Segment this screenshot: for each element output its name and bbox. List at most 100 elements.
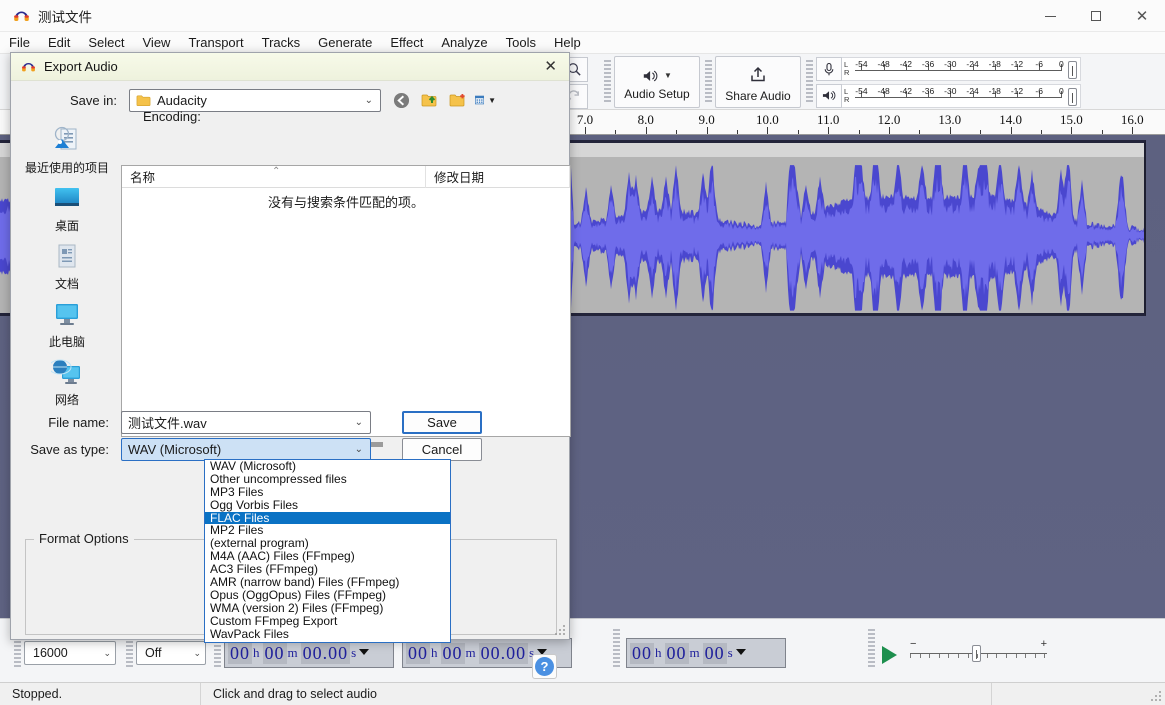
slider-tick: [1035, 654, 1036, 658]
window-controls: ✕: [1027, 0, 1165, 32]
ruler-label: 9.0: [698, 112, 714, 128]
dropdown-option[interactable]: Other uncompressed files: [205, 473, 450, 486]
playback-meter[interactable]: L R -54-48-42-36-30-24-18-12-60: [816, 84, 1081, 109]
recording-meter[interactable]: L R -54-48-42-36-30-24-18-12-60: [816, 57, 1081, 82]
menu-item-help[interactable]: Help: [545, 32, 590, 54]
share-audio-button[interactable]: Share Audio: [715, 56, 801, 108]
place-item-desktop[interactable]: 桌面: [21, 183, 113, 234]
playback-speed-slider[interactable]: − +: [910, 643, 1047, 663]
slider-tick: [910, 654, 911, 658]
menu-item-tracks[interactable]: Tracks: [253, 32, 310, 54]
menu-item-tools[interactable]: Tools: [497, 32, 545, 54]
place-item-label: 最近使用的项目: [25, 159, 109, 176]
dropdown-option[interactable]: AMR (narrow band) Files (FFmpeg): [205, 576, 450, 589]
help-button[interactable]: ?: [532, 654, 557, 679]
place-item-recent-items[interactable]: 最近使用的项目: [21, 125, 113, 176]
menu-item-file[interactable]: File: [0, 32, 39, 54]
audio-position-timecode[interactable]: 00 h 00 m 00 s: [626, 638, 786, 668]
menu-item-effect[interactable]: Effect: [381, 32, 432, 54]
encoding-label: Encoding:: [143, 109, 201, 124]
dropdown-option[interactable]: WMA (version 2) Files (FFmpeg): [205, 602, 450, 615]
slider-tick: [948, 654, 949, 658]
up-one-level-icon[interactable]: [419, 90, 440, 111]
dropdown-option[interactable]: WavPack Files: [205, 628, 450, 641]
save-button[interactable]: Save: [402, 411, 482, 434]
ruler-tick-minor: [859, 130, 860, 134]
view-menu-icon[interactable]: ▼: [475, 90, 496, 111]
recording-meter-scale[interactable]: -54-48-42-36-30-24-18-12-60: [851, 57, 1081, 81]
dropdown-option[interactable]: WAV (Microsoft): [205, 460, 450, 473]
playback-meter-scale[interactable]: -54-48-42-36-30-24-18-12-60: [851, 84, 1081, 108]
dropdown-option[interactable]: Ogg Vorbis Files: [205, 499, 450, 512]
menu-item-edit[interactable]: Edit: [39, 32, 79, 54]
column-header-modified[interactable]: 修改日期: [426, 166, 570, 188]
place-item-network[interactable]: 网络: [21, 357, 113, 408]
dialog-resize-grip[interactable]: [554, 625, 566, 637]
save-as-type-label: Save as type:: [11, 442, 121, 457]
file-name-input[interactable]: 测试文件.wav ⌄: [121, 411, 371, 434]
slider-tick: [996, 654, 997, 658]
snap-to-select[interactable]: Off ⌄: [136, 641, 206, 665]
save-as-type-value: WAV (Microsoft): [128, 442, 221, 457]
save-as-type-select[interactable]: WAV (Microsoft) ⌄: [121, 438, 371, 461]
close-button[interactable]: ✕: [1119, 0, 1165, 32]
status-hint-message: Click and drag to select audio: [201, 683, 991, 705]
new-folder-icon[interactable]: [447, 90, 468, 111]
cancel-button[interactable]: Cancel: [402, 438, 482, 461]
timecode-dropdown-arrow[interactable]: [359, 649, 369, 655]
back-icon[interactable]: [391, 90, 412, 111]
meter-tick-label: -30: [944, 59, 956, 69]
ruler-tick-minor: [1041, 130, 1042, 134]
desktop-icon: [50, 183, 84, 215]
ruler-tick-major: [889, 127, 890, 134]
audio-setup-label: Audio Setup: [624, 87, 689, 101]
slider-tick: [1025, 654, 1026, 658]
meter-toolbar-grip[interactable]: [806, 60, 813, 104]
meter-tick-label: -54: [855, 86, 867, 96]
audacity-logo-icon: [12, 7, 30, 25]
menu-item-transport[interactable]: Transport: [179, 32, 252, 54]
play-icon[interactable]: [882, 646, 897, 664]
window-title: 测试文件: [38, 6, 92, 26]
slider-tick: [968, 654, 969, 658]
save-as-type-dropdown-list[interactable]: WAV (Microsoft)Other uncompressed filesM…: [204, 459, 451, 643]
dropdown-option[interactable]: Opus (OggOpus) Files (FFmpeg): [205, 589, 450, 602]
dropdown-option[interactable]: Custom FFmpeg Export: [205, 615, 450, 628]
save-in-row: Save in: Audacity ⌄: [11, 81, 569, 119]
menu-item-view[interactable]: View: [134, 32, 180, 54]
minimize-button[interactable]: [1027, 0, 1073, 32]
place-item-documents[interactable]: 文档: [21, 241, 113, 292]
dialog-close-button[interactable]: ✕: [544, 59, 557, 74]
meter-tick-label: -42: [900, 86, 912, 96]
audio-setup-button[interactable]: ▼ Audio Setup: [614, 56, 700, 108]
microphone-icon: [816, 57, 842, 81]
menu-item-generate[interactable]: Generate: [309, 32, 381, 54]
ruler-label: 8.0: [638, 112, 654, 128]
file-list[interactable]: 名称 修改日期 ⌃ 没有与搜索条件匹配的项。: [121, 165, 571, 437]
menu-item-select[interactable]: Select: [79, 32, 133, 54]
slider-tick: [929, 654, 930, 658]
meter-tick-label: -6: [1035, 86, 1043, 96]
play-toolbar-grip[interactable]: [868, 629, 875, 669]
ruler-tick-major: [1132, 127, 1133, 134]
meter-tick-label: 0: [1059, 59, 1064, 69]
place-item-this-pc[interactable]: 此电脑: [21, 299, 113, 350]
project-rate-select[interactable]: 16000 ⌄: [24, 641, 116, 665]
share-audio-toolbar-grip[interactable]: [705, 60, 712, 104]
menubar: FileEditSelectViewTransportTracksGenerat…: [0, 32, 1165, 54]
audio-setup-toolbar-grip[interactable]: [604, 60, 611, 104]
window-resize-grip[interactable]: [1150, 691, 1162, 703]
meter-tick-label: -18: [989, 59, 1001, 69]
file-list-header: 名称 修改日期: [122, 166, 570, 188]
recent-items-icon: [50, 125, 84, 157]
ruler-label: 13.0: [938, 112, 961, 128]
file-name-row: File name: 测试文件.wav ⌄ Save: [11, 411, 571, 434]
recording-meter-channels: L R: [842, 57, 851, 81]
time-toolbar-grip[interactable]: [613, 629, 620, 669]
maximize-button[interactable]: [1073, 0, 1119, 32]
place-item-label: 此电脑: [49, 333, 85, 350]
timecode-dropdown-arrow[interactable]: [736, 649, 746, 655]
dropdown-option[interactable]: MP3 Files: [205, 486, 450, 499]
menu-item-analyze[interactable]: Analyze: [432, 32, 496, 54]
chevron-down-icon: ⌄: [355, 417, 366, 428]
